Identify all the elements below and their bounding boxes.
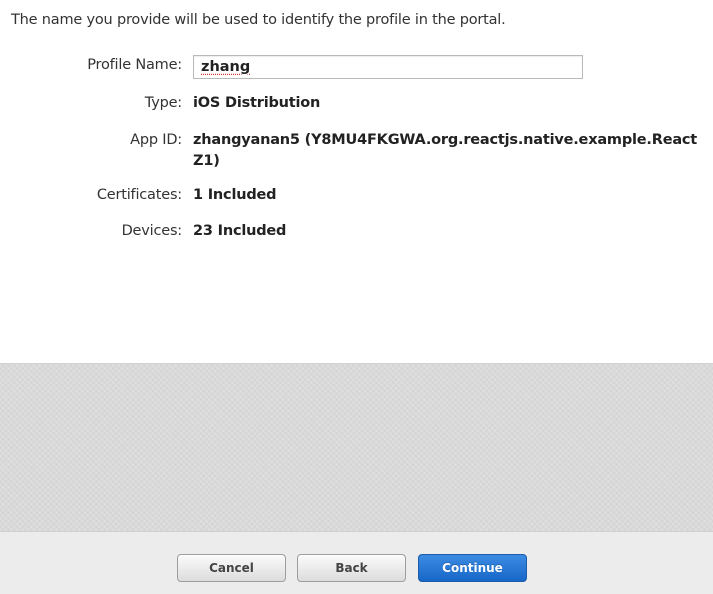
type-label: Type: xyxy=(144,95,182,111)
devices-label: Devices: xyxy=(121,223,183,239)
profile-name-label: Profile Name: xyxy=(87,57,182,73)
devices-value: 23 Included xyxy=(193,223,287,239)
profile-name-input[interactable] xyxy=(193,55,583,79)
continue-button[interactable]: Continue xyxy=(418,554,527,582)
certificates-value: 1 Included xyxy=(193,187,277,203)
cancel-button[interactable]: Cancel xyxy=(177,554,286,582)
intro-text: The name you provide will be used to ide… xyxy=(11,12,506,28)
app-id-label: App ID: xyxy=(130,132,182,148)
certificates-label: Certificates: xyxy=(96,187,182,203)
back-button[interactable]: Back xyxy=(297,554,406,582)
app-id-value: zhangyanan5 (Y8MU4FKGWA.org.reactjs.nati… xyxy=(193,132,698,169)
gray-panel xyxy=(0,363,713,531)
footer-bar: Cancel Back Continue xyxy=(0,531,713,594)
type-value: iOS Distribution xyxy=(193,95,321,111)
